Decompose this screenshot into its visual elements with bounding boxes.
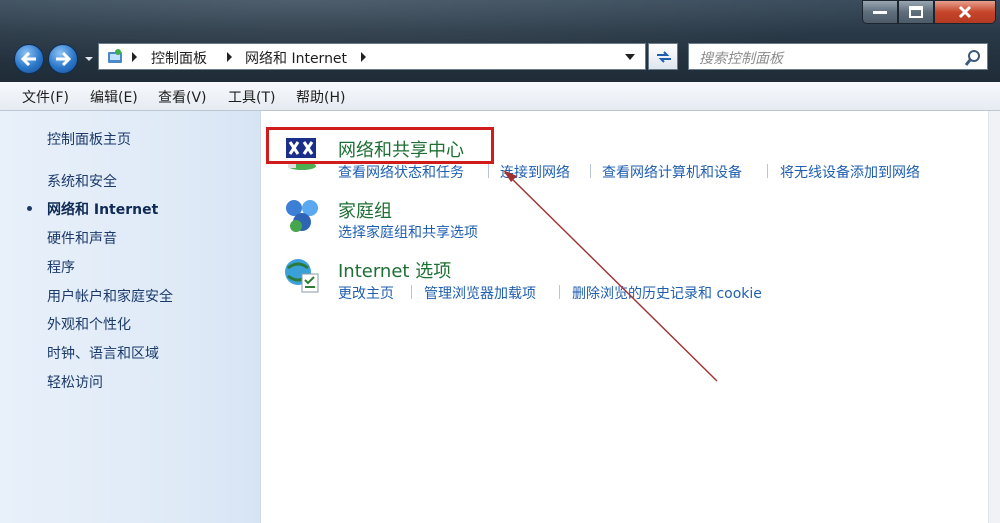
close-icon [958,5,972,19]
arrow-right-icon [56,52,71,66]
sidebar-item-clock-language[interactable]: 时钟、语言和区域 [47,343,159,363]
address-bar[interactable]: 控制面板 网络和 Internet [98,43,646,70]
menu-edit[interactable]: 编辑(E) [90,87,138,107]
sidebar-item-system-security[interactable]: 系统和安全 [47,171,117,191]
menu-bar: 文件(F) 编辑(E) 查看(V) 工具(T) 帮助(H) [0,82,1000,111]
sidebar-item-network-internet[interactable]: 网络和 Internet [47,199,158,219]
scrollbar[interactable] [988,111,1000,523]
breadcrumb-separator-icon[interactable] [361,52,366,62]
refresh-icon [657,51,671,63]
refresh-button[interactable] [648,43,678,70]
category-title-homegroup[interactable]: 家庭组 [338,197,392,223]
menu-help[interactable]: 帮助(H) [296,87,345,107]
link-separator [559,285,560,299]
forward-button[interactable] [48,44,78,74]
sidebar-item-appearance[interactable]: 外观和个性化 [47,314,131,334]
minimize-button[interactable] [862,0,898,24]
internet-options-icon[interactable] [282,256,322,296]
breadcrumb-separator-icon[interactable] [132,52,137,62]
back-button[interactable] [14,44,44,74]
close-button[interactable] [934,0,996,24]
link-separator [590,164,591,178]
active-bullet-icon [27,206,32,211]
recent-pages-icon[interactable] [84,54,94,64]
sidebar-item-ease-of-access[interactable]: 轻松访问 [47,372,103,392]
search-box[interactable]: 搜索控制面板 [688,43,988,70]
menu-view[interactable]: 查看(V) [158,87,207,107]
address-dropdown-icon[interactable] [625,54,635,60]
link-separator [411,285,412,299]
link-separator [488,164,489,178]
control-panel-window: 控制面板 网络和 Internet 搜索控制面板 文件(F) 编辑(E) 查看(… [0,0,1000,523]
link-connect-network[interactable]: 连接到网络 [500,162,570,182]
sidebar-home-link[interactable]: 控制面板主页 [47,129,131,149]
minimize-icon [873,11,887,14]
link-manage-addons[interactable]: 管理浏览器加载项 [424,283,536,303]
link-delete-history[interactable]: 删除浏览的历史记录和 cookie [572,283,762,303]
search-icon[interactable] [965,50,981,66]
homegroup-icon[interactable] [282,196,322,236]
link-add-wireless-device[interactable]: 将无线设备添加到网络 [780,162,920,182]
highlight-box [266,127,494,164]
link-view-network-status[interactable]: 查看网络状态和任务 [338,162,464,182]
sidebar-item-hardware-sound[interactable]: 硬件和声音 [47,228,117,248]
category-title-internet-options[interactable]: Internet 选项 [338,257,451,283]
maximize-button[interactable] [898,0,934,24]
breadcrumb-control-panel[interactable]: 控制面板 [151,48,207,68]
breadcrumb-separator-icon[interactable] [227,52,232,62]
menu-tools[interactable]: 工具(T) [228,87,275,107]
link-change-homepage[interactable]: 更改主页 [338,283,394,303]
control-panel-icon [108,49,122,63]
sidebar-item-user-accounts[interactable]: 用户帐户和家庭安全 [47,286,173,306]
sidebar-item-programs[interactable]: 程序 [47,257,75,277]
menu-file[interactable]: 文件(F) [22,87,69,107]
link-view-network-computers[interactable]: 查看网络计算机和设备 [602,162,742,182]
arrow-left-icon [21,52,36,66]
maximize-icon [909,6,923,18]
search-placeholder: 搜索控制面板 [699,51,783,67]
breadcrumb-network-internet[interactable]: 网络和 Internet [245,48,347,68]
link-separator [767,164,768,178]
sidebar: 控制面板主页 系统和安全 网络和 Internet 硬件和声音 程序 用户帐户和… [0,111,261,523]
link-homegroup-options[interactable]: 选择家庭组和共享选项 [338,222,478,242]
